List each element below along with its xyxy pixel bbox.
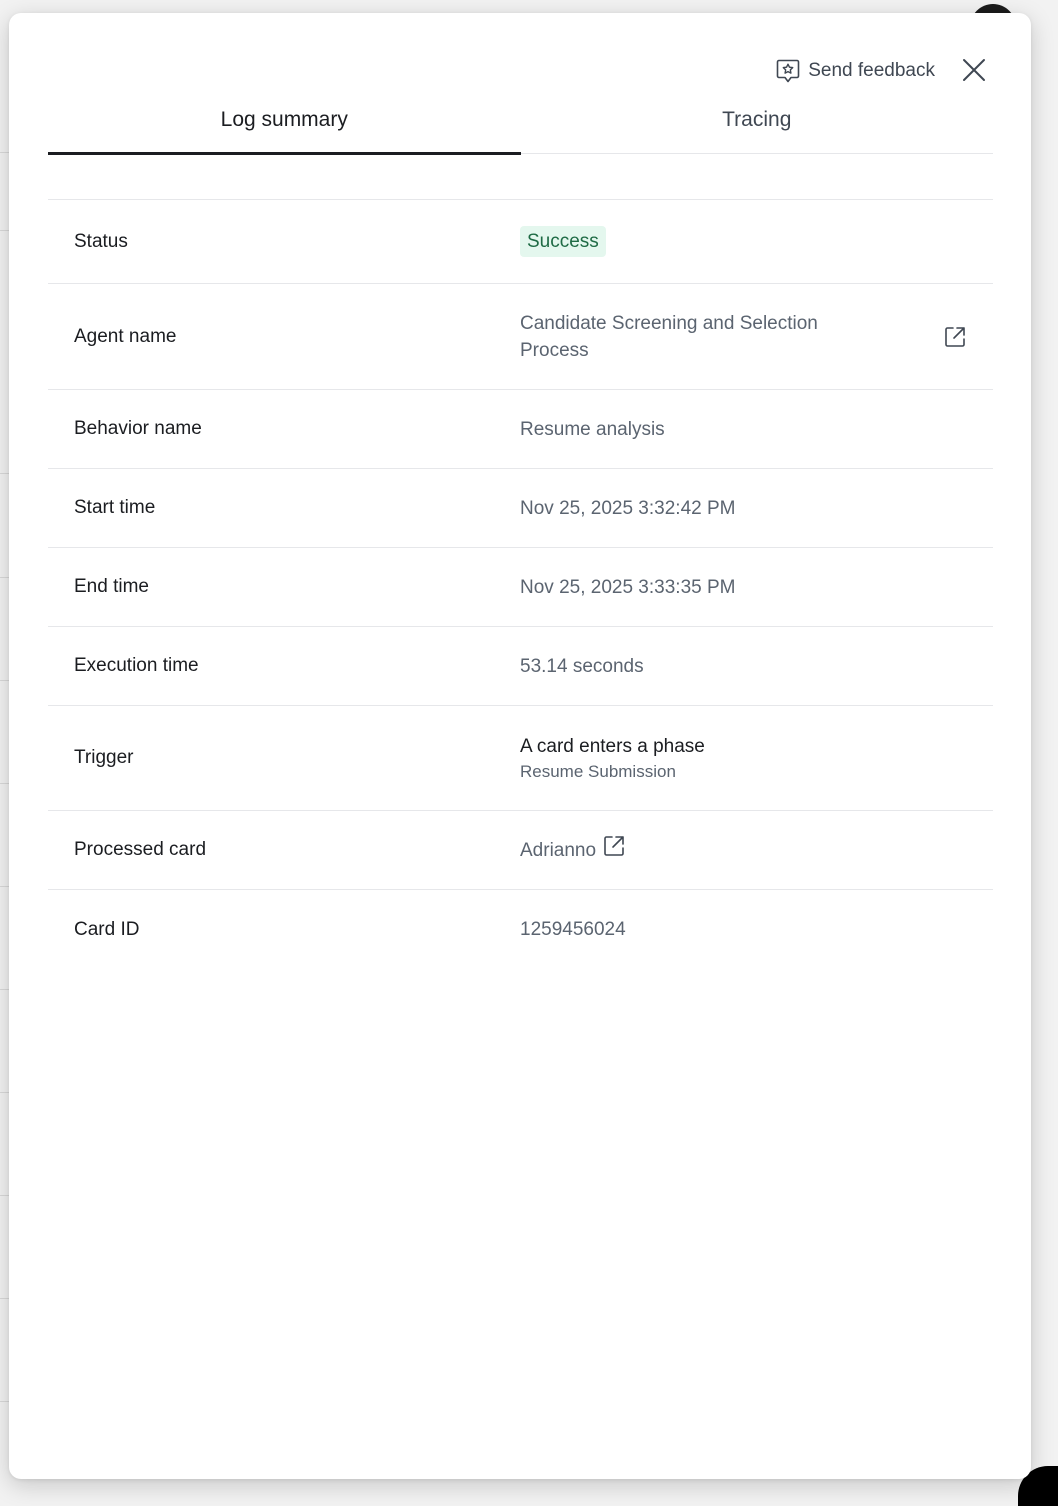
end-time-label: End time xyxy=(74,576,149,597)
summary-table: Status Success Agent name Candidate Scre… xyxy=(48,199,993,969)
behavior-name-label: Behavior name xyxy=(74,418,202,439)
close-icon xyxy=(961,59,987,87)
card-id-value: 1259456024 xyxy=(520,919,626,940)
log-summary-modal: Send feedback Log summary Tracing Status… xyxy=(9,13,1031,1479)
close-button[interactable] xyxy=(961,57,987,83)
trigger-phase: Resume Submission xyxy=(520,761,676,781)
external-link-icon[interactable] xyxy=(943,325,967,349)
summary-row-behavior-name: Behavior name Resume analysis xyxy=(48,390,993,469)
start-time-value: Nov 25, 2025 3:32:42 PM xyxy=(520,497,736,519)
external-link-icon xyxy=(602,834,626,866)
trigger-label: Trigger xyxy=(74,747,134,768)
tab-log-summary[interactable]: Log summary xyxy=(48,107,521,155)
agent-name-label: Agent name xyxy=(74,325,177,347)
status-badge: Success xyxy=(520,226,606,257)
summary-row-trigger: Trigger A card enters a phase Resume Sub… xyxy=(48,706,993,811)
status-label: Status xyxy=(74,230,128,252)
summary-row-execution-time: Execution time 53.14 seconds xyxy=(48,627,993,706)
processed-card-link[interactable]: Adrianno xyxy=(520,834,626,866)
summary-row-start-time: Start time Nov 25, 2025 3:32:42 PM xyxy=(48,469,993,548)
execution-time-value: 53.14 seconds xyxy=(520,655,644,677)
behavior-name-value: Resume analysis xyxy=(520,418,665,440)
summary-row-status: Status Success xyxy=(48,200,993,284)
processed-card-label: Processed card xyxy=(74,839,207,860)
start-time-label: Start time xyxy=(74,497,156,518)
summary-row-end-time: End time Nov 25, 2025 3:33:35 PM xyxy=(48,548,993,627)
summary-row-card-id: Card ID 1259456024 xyxy=(48,890,993,969)
summary-row-agent-name: Agent name Candidate Screening and Selec… xyxy=(48,284,993,390)
tab-bar: Log summary Tracing xyxy=(48,107,994,155)
agent-name-value: Candidate Screening and Selection Proces… xyxy=(520,312,818,361)
tab-tracing[interactable]: Tracing xyxy=(521,107,994,153)
processed-card-value: Adrianno xyxy=(520,839,597,861)
card-id-label: Card ID xyxy=(74,918,140,940)
execution-time-label: Execution time xyxy=(74,655,199,676)
star-chat-icon xyxy=(776,58,800,84)
send-feedback-label: Send feedback xyxy=(808,60,935,81)
summary-row-processed-card: Processed card Adrianno xyxy=(48,811,993,890)
trigger-value: A card enters a phase xyxy=(520,735,705,757)
end-time-value: Nov 25, 2025 3:33:35 PM xyxy=(520,576,736,598)
send-feedback-button[interactable]: Send feedback xyxy=(776,57,935,85)
